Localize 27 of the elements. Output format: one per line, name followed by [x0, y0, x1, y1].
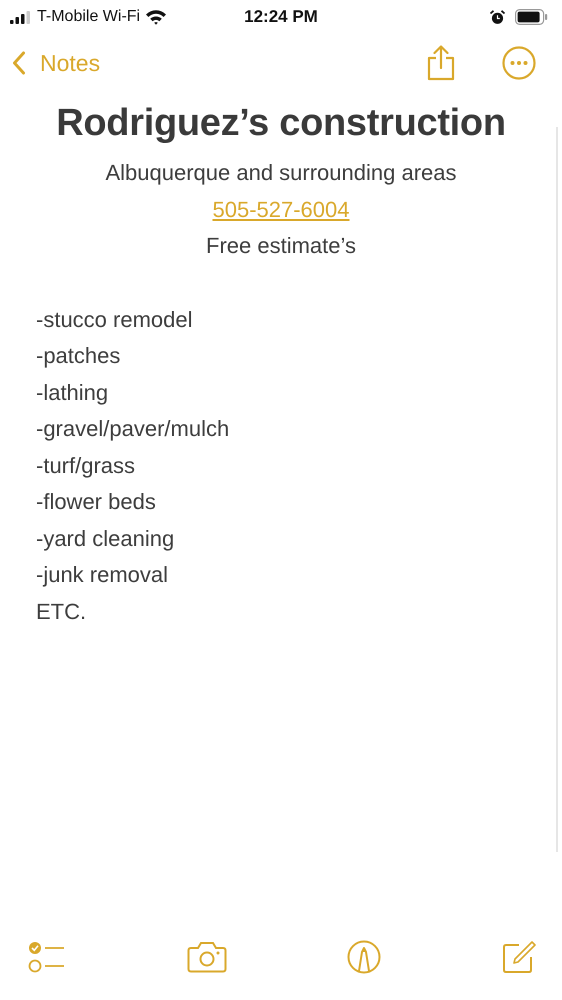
camera-icon[interactable]	[186, 941, 227, 973]
note-line: -flower beds	[36, 488, 157, 516]
note-line: -junk removal	[36, 561, 170, 589]
note-line: ETC.	[36, 598, 88, 626]
note-line: -lathing	[36, 378, 110, 407]
note-line: -gravel/paver/mulch	[36, 415, 230, 443]
share-icon[interactable]	[426, 45, 456, 81]
markup-pen-icon[interactable]	[347, 940, 382, 974]
battery-icon	[515, 9, 548, 25]
note-line: -turf/grass	[36, 452, 136, 480]
note-line: Free estimate’s	[206, 232, 356, 260]
signal-icon	[10, 10, 32, 24]
more-icon[interactable]	[502, 46, 536, 80]
back-button[interactable]: Notes	[12, 50, 100, 76]
carrier-name: T-Mobile Wi-Fi	[37, 8, 140, 26]
note-line: -yard cleaning	[36, 524, 176, 553]
phone-link[interactable]: 505-527-6004	[212, 192, 350, 228]
note-line: -stucco remodel	[36, 306, 194, 334]
note-line: Albuquerque and surrounding areas	[105, 159, 457, 187]
status-time: 12:24 PM	[244, 7, 318, 27]
wifi-icon	[145, 9, 168, 25]
note-line: -patches	[36, 342, 122, 370]
chevron-left-icon	[12, 51, 26, 75]
checklist-icon[interactable]	[28, 940, 66, 974]
compose-icon[interactable]	[502, 940, 536, 974]
alarm-clock-icon	[490, 10, 505, 24]
note-title: Rodriguez’s construction	[56, 102, 506, 145]
